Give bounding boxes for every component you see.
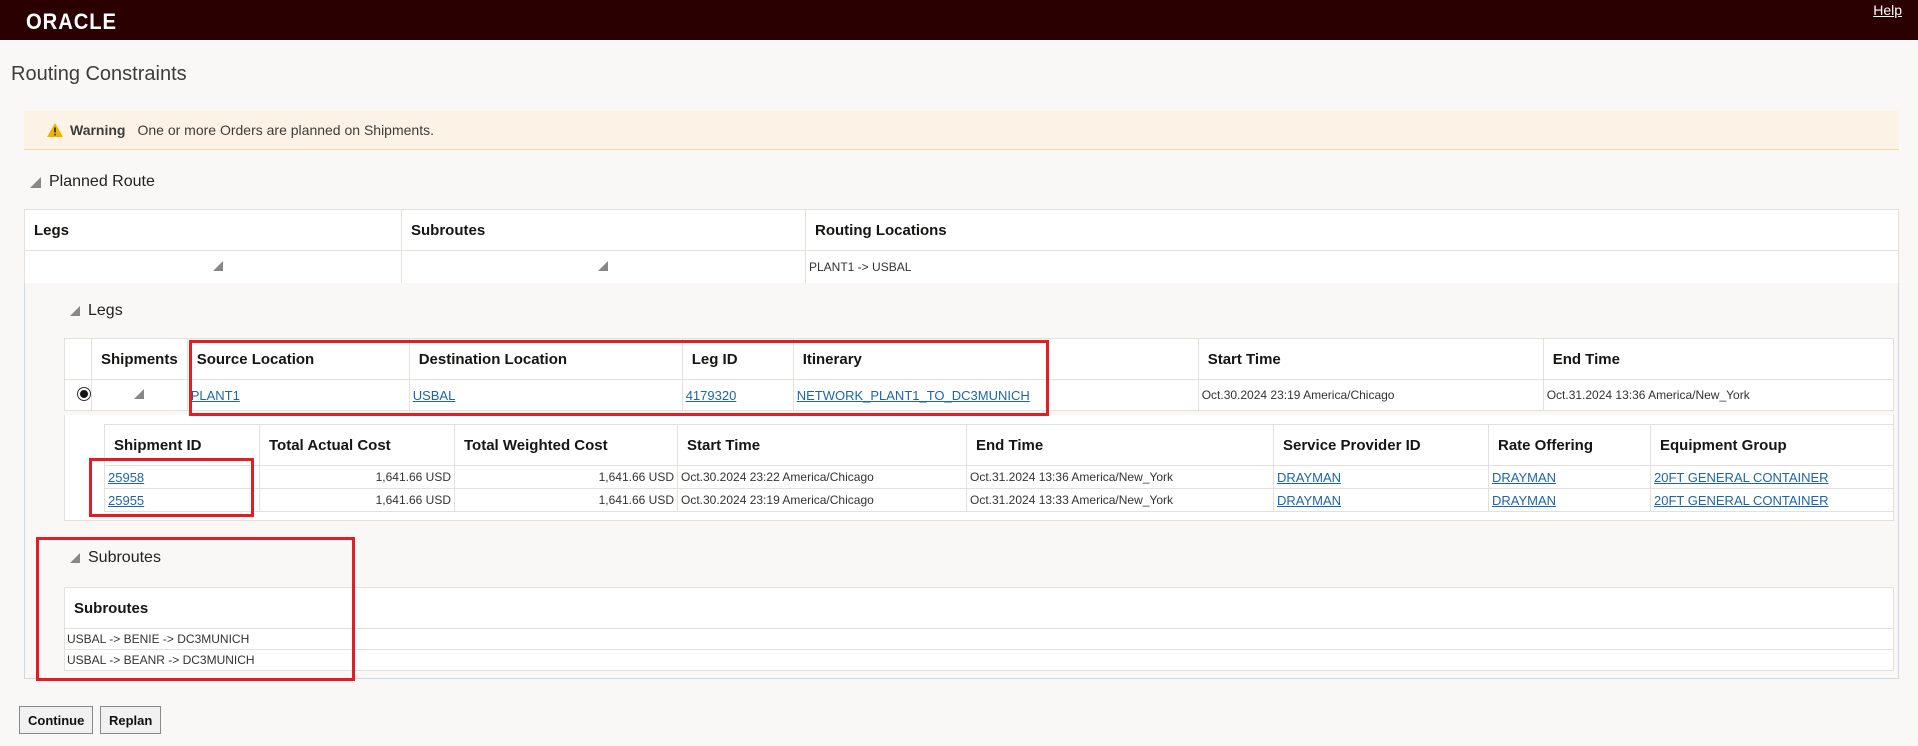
start-time-cell: Oct.30.2024 23:22 America/Chicago <box>677 465 967 489</box>
legs-table: Shipments Source Location Destination Lo… <box>64 338 1894 411</box>
column-header-end-time: End Time <box>966 424 1274 466</box>
column-header-equipment-group: Equipment Group <box>1650 424 1894 466</box>
expand-triangle-icon[interactable] <box>213 261 223 271</box>
source-location-link[interactable]: PLANT1 <box>191 388 240 403</box>
warning-text: One or more Orders are planned on Shipme… <box>137 122 434 138</box>
source-location-cell: PLANT1 <box>187 379 410 411</box>
column-header-subroutes: Subroutes <box>64 587 1894 629</box>
continue-button[interactable]: Continue <box>19 706 94 734</box>
start-time-cell: Oct.30.2024 23:19 America/Chicago <box>1198 379 1544 411</box>
planned-route-title: Planned Route <box>49 173 155 190</box>
column-header-shipments: Shipments <box>91 338 188 380</box>
warning-label: Warning <box>70 122 126 138</box>
row-radio-button[interactable] <box>77 386 91 401</box>
service-provider-link[interactable]: DRAYMAN <box>1277 470 1341 485</box>
column-header-itinerary: Itinerary <box>793 338 1199 380</box>
start-time-cell: Oct.30.2024 23:19 America/Chicago <box>677 488 967 512</box>
subroutes-header[interactable]: Subroutes <box>70 549 161 567</box>
shipments-expand-cell[interactable] <box>91 379 188 411</box>
column-header-service-provider-id: Service Provider ID <box>1273 424 1489 466</box>
itinerary-link[interactable]: NETWORK_PLANT1_TO_DC3MUNICH <box>797 388 1030 403</box>
table-row[interactable]: 25958 1,641.66 USD 1,641.66 USD Oct.30.2… <box>104 465 1894 489</box>
warning-icon <box>47 123 63 137</box>
column-header-start-time: Start Time <box>677 424 967 466</box>
table-row: USBAL -> BEANR -> DC3MUNICH <box>64 649 1894 671</box>
column-header-leg-id: Leg ID <box>682 338 794 380</box>
column-header-total-actual-cost: Total Actual Cost <box>259 424 455 466</box>
page-title: Routing Constraints <box>11 63 187 85</box>
legs-expand-cell[interactable] <box>24 250 402 284</box>
table-row: USBAL -> BENIE -> DC3MUNICH <box>64 628 1894 650</box>
rate-offering-link[interactable]: DRAYMAN <box>1492 493 1556 508</box>
expand-triangle-icon[interactable] <box>134 389 145 399</box>
oracle-logo: ORACLE <box>26 9 117 34</box>
column-header-legs: Legs <box>24 209 402 251</box>
total-actual-cost-cell: 1,641.66 USD <box>259 488 455 512</box>
shipments-table: Shipment ID Total Actual Cost Total Weig… <box>104 424 1894 512</box>
legs-title: Legs <box>88 302 123 319</box>
table-row[interactable]: 25955 1,641.66 USD 1,641.66 USD Oct.30.2… <box>104 488 1894 512</box>
expand-triangle-icon[interactable] <box>598 261 608 271</box>
select-column-header <box>64 338 92 380</box>
column-header-rate-offering: Rate Offering <box>1488 424 1651 466</box>
equipment-group-cell: 20FT GENERAL CONTAINER <box>1650 465 1894 489</box>
routing-locations-cell: PLANT1 -> USBAL <box>805 250 1899 284</box>
subroutes-title: Subroutes <box>88 549 161 566</box>
column-header-source-location: Source Location <box>187 338 410 380</box>
subroutes-expand-cell[interactable] <box>401 250 806 284</box>
collapse-triangle-icon[interactable] <box>30 176 41 188</box>
subroute-cell: USBAL -> BEANR -> DC3MUNICH <box>64 649 1894 671</box>
legs-header[interactable]: Legs <box>70 302 123 320</box>
rate-offering-cell: DRAYMAN <box>1488 488 1651 512</box>
shipment-id-link[interactable]: 25955 <box>108 493 144 508</box>
destination-location-cell: USBAL <box>409 379 683 411</box>
shipment-id-link[interactable]: 25958 <box>108 470 144 485</box>
rate-offering-cell: DRAYMAN <box>1488 465 1651 489</box>
column-header-subroutes: Subroutes <box>401 209 806 251</box>
header-bar: ORACLE Help <box>0 0 1918 40</box>
warning-message-box: Warning One or more Orders are planned o… <box>24 111 1899 150</box>
planned-route-table: Legs Subroutes Routing Locations PLANT1 … <box>24 209 1899 284</box>
itinerary-cell: NETWORK_PLANT1_TO_DC3MUNICH <box>793 379 1199 411</box>
shipment-id-cell: 25955 <box>104 488 260 512</box>
table-row[interactable]: PLANT1 USBAL 4179320 NETWORK_PLANT1_TO_D… <box>64 379 1894 411</box>
column-header-destination-location: Destination Location <box>409 338 683 380</box>
rate-offering-link[interactable]: DRAYMAN <box>1492 470 1556 485</box>
leg-id-cell: 4179320 <box>682 379 794 411</box>
shipment-id-cell: 25958 <box>104 465 260 489</box>
column-header-start-time: Start Time <box>1198 338 1544 380</box>
destination-location-link[interactable]: USBAL <box>413 388 456 403</box>
collapse-triangle-icon[interactable] <box>70 553 80 563</box>
column-header-end-time: End Time <box>1543 338 1894 380</box>
replan-button[interactable]: Replan <box>100 706 162 734</box>
end-time-cell: Oct.31.2024 13:36 America/New_York <box>1543 379 1894 411</box>
collapse-triangle-icon[interactable] <box>70 306 80 316</box>
subroute-cell: USBAL -> BENIE -> DC3MUNICH <box>64 628 1894 650</box>
service-provider-cell: DRAYMAN <box>1273 488 1489 512</box>
end-time-cell: Oct.31.2024 13:33 America/New_York <box>966 488 1274 512</box>
end-time-cell: Oct.31.2024 13:36 America/New_York <box>966 465 1274 489</box>
column-header-shipment-id: Shipment ID <box>104 424 260 466</box>
service-provider-link[interactable]: DRAYMAN <box>1277 493 1341 508</box>
column-header-total-weighted-cost: Total Weighted Cost <box>454 424 678 466</box>
planned-route-header[interactable]: Planned Route <box>30 173 155 191</box>
subroutes-table: Subroutes USBAL -> BENIE -> DC3MUNICH US… <box>64 587 1894 671</box>
total-actual-cost-cell: 1,641.66 USD <box>259 465 455 489</box>
total-weighted-cost-cell: 1,641.66 USD <box>454 488 678 512</box>
select-cell[interactable] <box>64 379 92 411</box>
equipment-group-link[interactable]: 20FT GENERAL CONTAINER <box>1654 470 1829 485</box>
help-link[interactable]: Help <box>1873 2 1902 18</box>
equipment-group-link[interactable]: 20FT GENERAL CONTAINER <box>1654 493 1829 508</box>
total-weighted-cost-cell: 1,641.66 USD <box>454 465 678 489</box>
table-row[interactable]: PLANT1 -> USBAL <box>24 250 1899 284</box>
service-provider-cell: DRAYMAN <box>1273 465 1489 489</box>
equipment-group-cell: 20FT GENERAL CONTAINER <box>1650 488 1894 512</box>
column-header-routing-locations: Routing Locations <box>805 209 1899 251</box>
leg-id-link[interactable]: 4179320 <box>686 388 737 403</box>
